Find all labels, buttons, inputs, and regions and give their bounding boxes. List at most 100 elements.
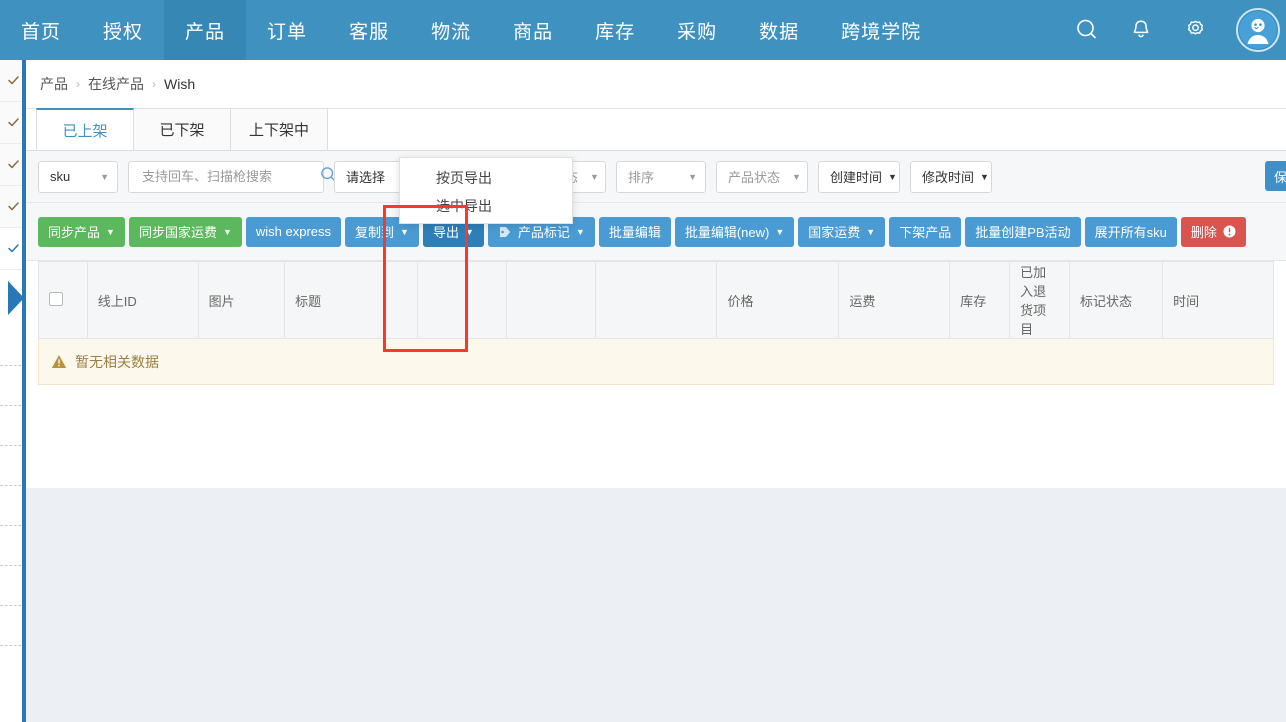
nav-item-label: 产品 (185, 21, 226, 43)
table-header-checkbox-cell (38, 261, 88, 339)
nav-item-goods[interactable]: 商品 (492, 0, 574, 60)
chevron-down-icon: ▼ (575, 226, 585, 237)
table-header-return-project[interactable]: 已加入退货项目 (1009, 261, 1070, 339)
tab-in-progress[interactable]: 上下架中 (230, 108, 329, 150)
table-header-mark-status[interactable]: 标记状态 (1069, 261, 1164, 339)
wish-express-button[interactable]: wish express (245, 216, 342, 247)
nav-item-label: 数据 (759, 21, 800, 43)
breadcrumb: 产品 › 在线产品 › Wish (26, 60, 1286, 108)
table-header-time[interactable]: 时间 (1162, 261, 1274, 339)
table-body: 暂无相关数据 (38, 338, 1274, 385)
tab-label: 已下架 (159, 122, 205, 139)
column-label: 价格 (727, 293, 754, 309)
sync-country-shipping-button[interactable]: 同步国家运费 ▼ (128, 216, 242, 247)
table-header-title[interactable]: 标题 (284, 261, 419, 339)
save-button[interactable]: 保 (1264, 161, 1286, 191)
sidebar-collapse-arrow-icon[interactable] (8, 281, 24, 315)
table-header-col5[interactable] (417, 261, 507, 339)
modify-time-value: 修改时间 (922, 170, 975, 185)
nav-right-icons (1070, 0, 1286, 60)
nav-item-purchase[interactable]: 采购 (656, 0, 738, 60)
product-status-value: 产品状态 (728, 170, 781, 185)
search-icon[interactable] (1070, 13, 1104, 47)
search-input-wrapper[interactable] (128, 160, 336, 193)
button-label: 导出 (432, 225, 459, 240)
export-dropdown-menu[interactable]: 按页导出 选中导出 (399, 157, 573, 224)
nav-item-auth[interactable]: 授权 (82, 0, 164, 60)
product-table: 线上ID 图片 标题 价格 运费 库存 已加入退货项目 标记状态 时间 暂无相关… (38, 261, 1274, 385)
nav-item-label: 订单 (267, 21, 308, 43)
category-select-value: 请选择 (346, 170, 386, 185)
button-label: 批量编辑 (608, 225, 661, 240)
select-all-checkbox[interactable] (49, 291, 63, 306)
chevron-down-icon: ▼ (106, 226, 115, 237)
column-label: 图片 (208, 293, 235, 309)
breadcrumb-item-online-product[interactable]: 在线产品 (88, 74, 144, 94)
table-header-online-id[interactable]: 线上ID (87, 261, 199, 339)
nav-item-label: 跨境学院 (841, 21, 922, 43)
action-button-bar: 同步产品 ▼ 同步国家运费 ▼ wish express 复制到 ▼ 导出 ▼ (26, 203, 1286, 261)
button-label: 复制到 (355, 225, 395, 240)
table-header-stock[interactable]: 库存 (949, 261, 1011, 339)
tag-icon (498, 225, 512, 239)
modify-time-select[interactable]: 修改时间 ▼ (910, 160, 992, 193)
nav-item-order[interactable]: 订单 (246, 0, 328, 60)
nav-item-academy[interactable]: 跨境学院 (820, 0, 942, 60)
tab-bar: 已上架 已下架 上下架中 (26, 108, 1286, 151)
batch-edit-new-button[interactable]: 批量编辑(new) ▼ (674, 216, 795, 247)
tab-listed[interactable]: 已上架 (36, 108, 134, 150)
nav-item-logistics[interactable]: 物流 (410, 0, 492, 60)
product-status-select[interactable]: 产品状态 ▼ (716, 160, 808, 193)
nav-item-label: 首页 (21, 21, 62, 43)
column-label: 标记状态 (1079, 293, 1132, 309)
gear-icon[interactable] (1178, 13, 1212, 47)
bell-icon[interactable] (1124, 13, 1158, 47)
table-header-image[interactable]: 图片 (198, 261, 286, 339)
chevron-down-icon: ▼ (980, 171, 989, 182)
sort-value: 排序 (628, 170, 655, 185)
chevron-down-icon: ▼ (400, 226, 409, 237)
warning-icon (1223, 225, 1236, 238)
nav-item-customer-service[interactable]: 客服 (328, 0, 410, 60)
country-shipping-button[interactable]: 国家运费 ▼ (798, 216, 886, 247)
button-label: 同步国家运费 (138, 225, 217, 240)
chevron-down-icon: ▼ (775, 226, 785, 237)
button-label: wish express (255, 224, 332, 239)
table-header-price[interactable]: 价格 (716, 261, 840, 339)
sync-product-button[interactable]: 同步产品 ▼ (38, 216, 125, 247)
nav-item-inventory[interactable]: 库存 (574, 0, 656, 60)
export-menu-item-selected[interactable]: 选中导出 (400, 192, 572, 220)
delist-product-button[interactable]: 下架产品 (889, 216, 962, 247)
save-button-label: 保 (1273, 169, 1286, 185)
chevron-down-icon: ▼ (866, 226, 876, 237)
nav-item-home[interactable]: 首页 (0, 0, 82, 60)
chevron-down-icon: ▼ (792, 171, 801, 182)
button-label: 展开所有sku (1094, 225, 1167, 240)
button-label: 删除 (1190, 225, 1217, 240)
avatar[interactable] (1236, 8, 1280, 52)
breadcrumb-item-product[interactable]: 产品 (40, 74, 68, 94)
search-input[interactable] (140, 168, 320, 185)
button-label: 批量创建PB活动 (975, 225, 1071, 240)
export-menu-item-by-page[interactable]: 按页导出 (400, 164, 572, 192)
chevron-down-icon: ▼ (222, 226, 232, 237)
column-label: 库存 (960, 293, 987, 309)
column-label: 线上ID (97, 293, 137, 309)
tab-delisted[interactable]: 已下架 (133, 108, 231, 150)
batch-edit-button[interactable]: 批量编辑 (598, 216, 671, 247)
chevron-down-icon: ▼ (888, 171, 897, 182)
batch-create-pb-activity-button[interactable]: 批量创建PB活动 (965, 216, 1081, 247)
nav-item-product[interactable]: 产品 (164, 0, 247, 60)
create-time-select[interactable]: 创建时间 ▼ (818, 160, 900, 193)
delete-button[interactable]: 删除 (1180, 216, 1246, 247)
nav-item-label: 商品 (513, 21, 554, 43)
table-header-col6[interactable] (506, 261, 596, 339)
sort-select[interactable]: 排序 ▼ (616, 160, 706, 193)
table-header-col7[interactable] (595, 261, 718, 339)
expand-all-sku-button[interactable]: 展开所有sku (1084, 216, 1177, 247)
chevron-down-icon: ▼ (590, 171, 599, 182)
nav-item-data[interactable]: 数据 (738, 0, 820, 60)
breadcrumb-separator-icon: › (76, 77, 80, 91)
sku-type-select[interactable]: sku ▼ (38, 160, 118, 193)
table-header-shipping[interactable]: 运费 (838, 261, 951, 339)
